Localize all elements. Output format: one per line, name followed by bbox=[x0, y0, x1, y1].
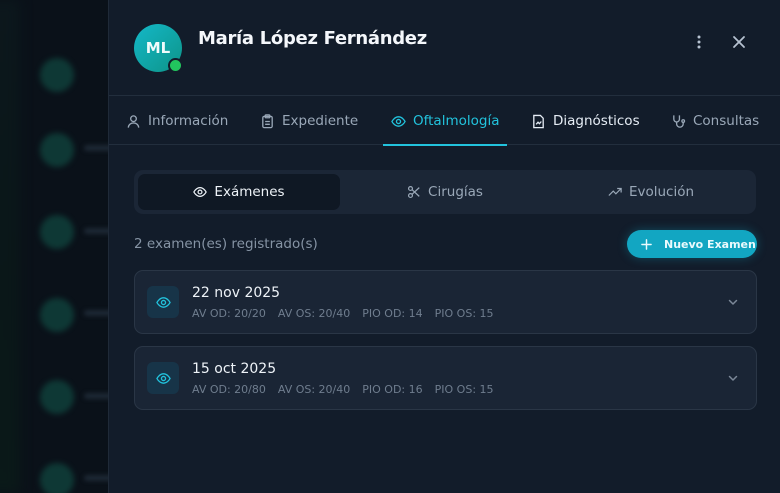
backdrop-item bbox=[40, 380, 74, 414]
exam-summary: AV OD: 20/20 AV OS: 20/40 PIO OD: 14 PIO… bbox=[192, 307, 494, 320]
exam-icon-box bbox=[147, 362, 179, 394]
tab-expediente[interactable]: Expediente bbox=[260, 97, 358, 145]
tab-label: Consultas bbox=[693, 113, 760, 129]
tab-diagnosticos[interactable]: Diagnósticos bbox=[531, 97, 640, 145]
exam-summary: AV OD: 20/80 AV OS: 20/40 PIO OD: 16 PIO… bbox=[192, 383, 494, 396]
backdrop-item bbox=[40, 215, 74, 249]
patient-name: María López Fernández bbox=[198, 28, 427, 49]
scissors-icon bbox=[407, 185, 420, 199]
exam-card[interactable]: 15 oct 2025 AV OD: 20/80 AV OS: 20/40 PI… bbox=[134, 346, 757, 410]
avatar-initials: ML bbox=[145, 39, 171, 57]
tab-label: Expediente bbox=[282, 113, 359, 129]
exam-card[interactable]: 22 nov 2025 AV OD: 20/20 AV OS: 20/40 PI… bbox=[134, 270, 757, 334]
backdrop-line bbox=[84, 228, 108, 234]
close-button[interactable] bbox=[727, 30, 751, 54]
more-options-button[interactable] bbox=[687, 30, 711, 54]
new-exam-button[interactable]: Nuevo Examen bbox=[627, 230, 757, 258]
background-overlay bbox=[0, 0, 108, 493]
exam-subtabs: Exámenes Cirugías Evolución bbox=[134, 170, 756, 214]
online-status-indicator bbox=[168, 58, 183, 73]
user-icon bbox=[127, 114, 140, 128]
backdrop-line bbox=[84, 310, 108, 316]
av-od-value: AV OD: 20/80 bbox=[192, 383, 266, 396]
tab-label: Oftalmología bbox=[413, 113, 500, 129]
exam-date: 15 oct 2025 bbox=[192, 361, 277, 377]
subtab-examenes[interactable]: Exámenes bbox=[138, 174, 340, 210]
eye-icon bbox=[391, 115, 406, 127]
backdrop-line bbox=[84, 475, 108, 481]
tab-label: Información bbox=[148, 113, 229, 129]
pio-os-value: PIO OS: 15 bbox=[434, 307, 494, 320]
backdrop-item bbox=[40, 58, 74, 92]
trending-up-icon bbox=[608, 187, 622, 196]
av-os-value: AV OS: 20/40 bbox=[277, 307, 351, 320]
pio-od-value: PIO OD: 14 bbox=[362, 307, 423, 320]
backdrop-glow bbox=[0, 0, 20, 493]
subtab-label: Exámenes bbox=[214, 184, 285, 200]
subtab-label: Cirugías bbox=[428, 184, 483, 200]
close-icon bbox=[733, 36, 745, 48]
new-exam-label: Nuevo Examen bbox=[664, 237, 756, 251]
pio-od-value: PIO OD: 16 bbox=[362, 383, 423, 396]
backdrop-line bbox=[84, 145, 108, 151]
exam-count: 2 examen(es) registrado(s) bbox=[134, 236, 318, 252]
patient-drawer: ML María López Fernández Información Exp… bbox=[108, 0, 780, 493]
exam-date: 22 nov 2025 bbox=[192, 285, 281, 301]
av-os-value: AV OS: 20/40 bbox=[277, 383, 351, 396]
expand-button[interactable] bbox=[724, 293, 742, 311]
exam-icon-box bbox=[147, 286, 179, 318]
subtab-label: Evolución bbox=[628, 184, 695, 200]
drawer-header: ML María López Fernández bbox=[109, 0, 780, 96]
backdrop-item bbox=[40, 463, 74, 493]
av-od-value: AV OD: 20/20 bbox=[192, 307, 266, 320]
eye-icon bbox=[193, 187, 208, 197]
backdrop-item bbox=[40, 133, 74, 167]
eye-icon bbox=[155, 296, 171, 308]
chevron-down-icon bbox=[728, 299, 738, 305]
subtab-cirugias[interactable]: Cirugías bbox=[344, 174, 546, 210]
expand-button[interactable] bbox=[724, 369, 742, 387]
tab-consultas[interactable]: Consultas bbox=[671, 97, 759, 145]
tab-label: Diagnósticos bbox=[553, 113, 640, 129]
clipboard-icon bbox=[262, 113, 273, 128]
tab-informacion[interactable]: Información bbox=[126, 97, 228, 145]
tab-oftalmologia[interactable]: Oftalmología bbox=[382, 97, 509, 146]
more-vertical-icon bbox=[697, 35, 701, 49]
subtab-evolucion[interactable]: Evolución bbox=[550, 174, 752, 210]
main-tabs: Información Expediente Oftalmología Diag… bbox=[109, 97, 780, 146]
backdrop-item bbox=[40, 298, 74, 332]
eye-icon bbox=[155, 372, 171, 384]
stethoscope-icon bbox=[673, 114, 686, 128]
file-chart-icon bbox=[533, 114, 544, 128]
chevron-down-icon bbox=[728, 375, 738, 381]
plus-icon bbox=[641, 238, 652, 250]
pio-os-value: PIO OS: 15 bbox=[434, 383, 494, 396]
backdrop-line bbox=[84, 393, 108, 399]
